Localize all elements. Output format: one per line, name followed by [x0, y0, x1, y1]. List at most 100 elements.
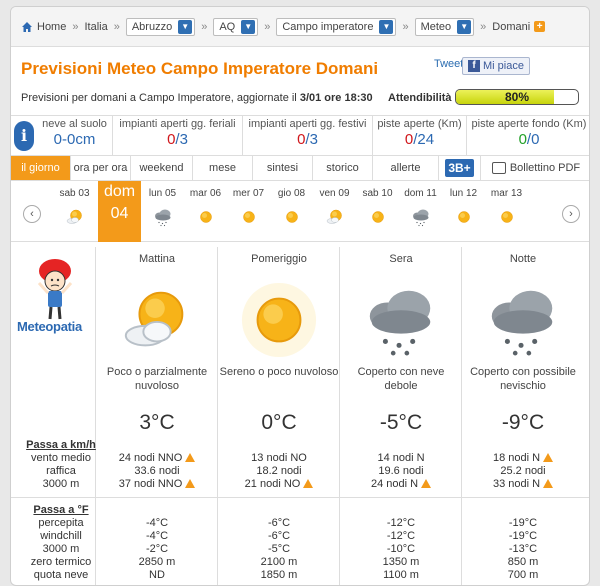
day-label: ven 09	[313, 188, 356, 199]
day-ven-09[interactable]: ven 09	[313, 181, 356, 242]
province-select[interactable]: AQ ▼	[213, 17, 259, 36]
3b-plus-logo: 3B+	[445, 159, 474, 177]
day-mer-07[interactable]: mer 07	[227, 181, 270, 242]
region-select[interactable]: Abruzzo ▼	[125, 17, 196, 36]
prev-day-button[interactable]: ‹	[23, 205, 41, 223]
day-name: lun	[148, 188, 163, 199]
facebook-like-button[interactable]: f Mi piace	[462, 57, 530, 75]
chevron-down-icon: ▼	[457, 19, 472, 34]
day-label: mer 07	[227, 188, 270, 199]
day-sab-03[interactable]: sab 03	[53, 181, 96, 242]
day-label: lun 05	[141, 188, 184, 199]
day-mar-06[interactable]: mar 06	[184, 181, 227, 242]
lifts-holiday-label: impianti aperti gg. festivi	[248, 118, 367, 130]
wind-unit-toggle[interactable]: Passa a km/h	[19, 439, 103, 452]
wind3000-value: 37 nodi NNO	[96, 478, 218, 491]
snow-ground-label: neve al suolo	[42, 118, 107, 130]
breadcrumb-separator: »	[402, 20, 409, 33]
day-name: ven	[319, 188, 336, 199]
sun-icon	[454, 207, 474, 227]
temp-unit-toggle[interactable]: Passa a °F	[19, 504, 103, 517]
sun-cloud-icon	[96, 275, 218, 365]
day-mar-13[interactable]: mar 13	[485, 181, 528, 242]
temp-values: -19°C -19°C -13°C 850 m 700 m	[462, 517, 584, 582]
condition-text: Coperto con possibile nevischio	[470, 366, 576, 392]
sun-icon	[497, 207, 517, 227]
info-icon[interactable]: i	[14, 120, 34, 151]
day-label: mar 13	[485, 188, 528, 199]
lifts-weekday-label: impianti aperti gg. feriali	[119, 118, 236, 130]
tab-storico[interactable]: storico	[313, 156, 373, 180]
breadcrumb-separator: »	[72, 20, 79, 33]
plus-icon[interactable]: +	[534, 21, 546, 32]
percepita-value: -12°C	[386, 517, 416, 529]
sun-cloud-icon	[65, 207, 85, 227]
tab-mese[interactable]: mese	[193, 156, 253, 180]
warning-icon	[185, 479, 196, 488]
tweet-button[interactable]: Tweet	[434, 58, 463, 70]
city-select[interactable]: Campo imperatore ▼	[276, 17, 397, 36]
wind-text: 18 nodi N	[492, 452, 541, 464]
day-dom-04[interactable]: dom 04	[98, 181, 141, 242]
day-name: mar	[189, 188, 208, 199]
day-name: mar	[490, 188, 509, 199]
chevron-left-icon: ‹	[30, 208, 34, 220]
day-lun-05[interactable]: lun 05	[141, 181, 184, 242]
region-select-value: Abruzzo	[131, 20, 173, 33]
tab-sintesi[interactable]: sintesi	[253, 156, 313, 180]
day-gio-08[interactable]: gio 08	[270, 181, 313, 242]
sun-icon	[368, 207, 388, 227]
wind3000-text: 37 nodi NNO	[118, 478, 183, 490]
lifts-holiday-total: /3	[305, 131, 318, 148]
tab-allerte[interactable]: allerte	[373, 156, 439, 180]
breadcrumb-italia[interactable]: Italia	[84, 21, 107, 33]
temperature: -5°C	[379, 411, 423, 434]
breadcrumb-home[interactable]: Home	[37, 21, 66, 33]
t3000-value: -10°C	[386, 543, 416, 555]
wind3000-value: 33 nodi N	[462, 478, 584, 491]
percepita-label: percepita	[38, 517, 84, 529]
gust-value: 18.2 nodi	[256, 465, 302, 477]
gust-value: 33.6 nodi	[134, 465, 180, 477]
reliability-value: 80%	[504, 90, 530, 104]
tab-weekend[interactable]: weekend	[131, 156, 193, 180]
lifts-weekday-value: 0/3	[113, 131, 242, 148]
wind3000-value: 24 nodi N	[340, 478, 462, 491]
tab-3b-plus[interactable]: 3B+	[439, 156, 481, 180]
breadcrumb-current: Domani	[492, 20, 531, 33]
xc-slopes-total: /0	[526, 131, 540, 148]
day-name: gio	[277, 188, 292, 199]
windchill-value: -6°C	[267, 530, 291, 542]
section-select[interactable]: Meteo ▼	[414, 17, 475, 36]
page: Home » Italia » Abruzzo ▼ » AQ ▼ » Campo i…	[10, 6, 590, 586]
sun-icon	[196, 207, 216, 227]
next-day-button[interactable]: ›	[562, 205, 580, 223]
temp-values: -6°C -6°C -5°C 2100 m 1850 m	[218, 517, 340, 582]
home-icon[interactable]	[21, 21, 33, 33]
lifts-holiday-cell: impianti aperti gg. festivi 0/3	[243, 116, 373, 155]
day-number: 12	[466, 188, 478, 199]
warning-icon	[543, 479, 554, 488]
zero-value: 2850 m	[138, 556, 176, 568]
day-lun-12[interactable]: lun 12	[442, 181, 485, 242]
day-name: mer	[232, 188, 251, 199]
tab-bollettino-pdf[interactable]: Bollettino PDF	[481, 156, 589, 180]
zero-value: 2100 m	[260, 556, 298, 568]
sun-icon	[218, 275, 340, 365]
lifts-weekday-cell: impianti aperti gg. feriali 0/3	[113, 116, 243, 155]
sun-icon	[282, 207, 302, 227]
temp-labels: Passa a °F percepita windchill 3000 m ze…	[19, 504, 103, 582]
day-dom-11[interactable]: dom 11	[399, 181, 442, 242]
snow-value: 1850 m	[260, 569, 298, 581]
windchill-value: -4°C	[145, 530, 169, 542]
tab-ora-per-ora[interactable]: ora per ora	[71, 156, 131, 180]
period-title: Pomeriggio	[251, 253, 307, 265]
zero-value: 1350 m	[382, 556, 420, 568]
day-sab-10[interactable]: sab 10	[356, 181, 399, 242]
day-number: 13	[510, 188, 523, 199]
tab-il-giorno[interactable]: il giorno	[11, 156, 71, 180]
percepita-value: -19°C	[508, 517, 538, 529]
wind3000-text: 33 nodi N	[492, 478, 541, 490]
day-label: lun 12	[442, 188, 485, 199]
day-label: sab 10	[356, 188, 399, 199]
